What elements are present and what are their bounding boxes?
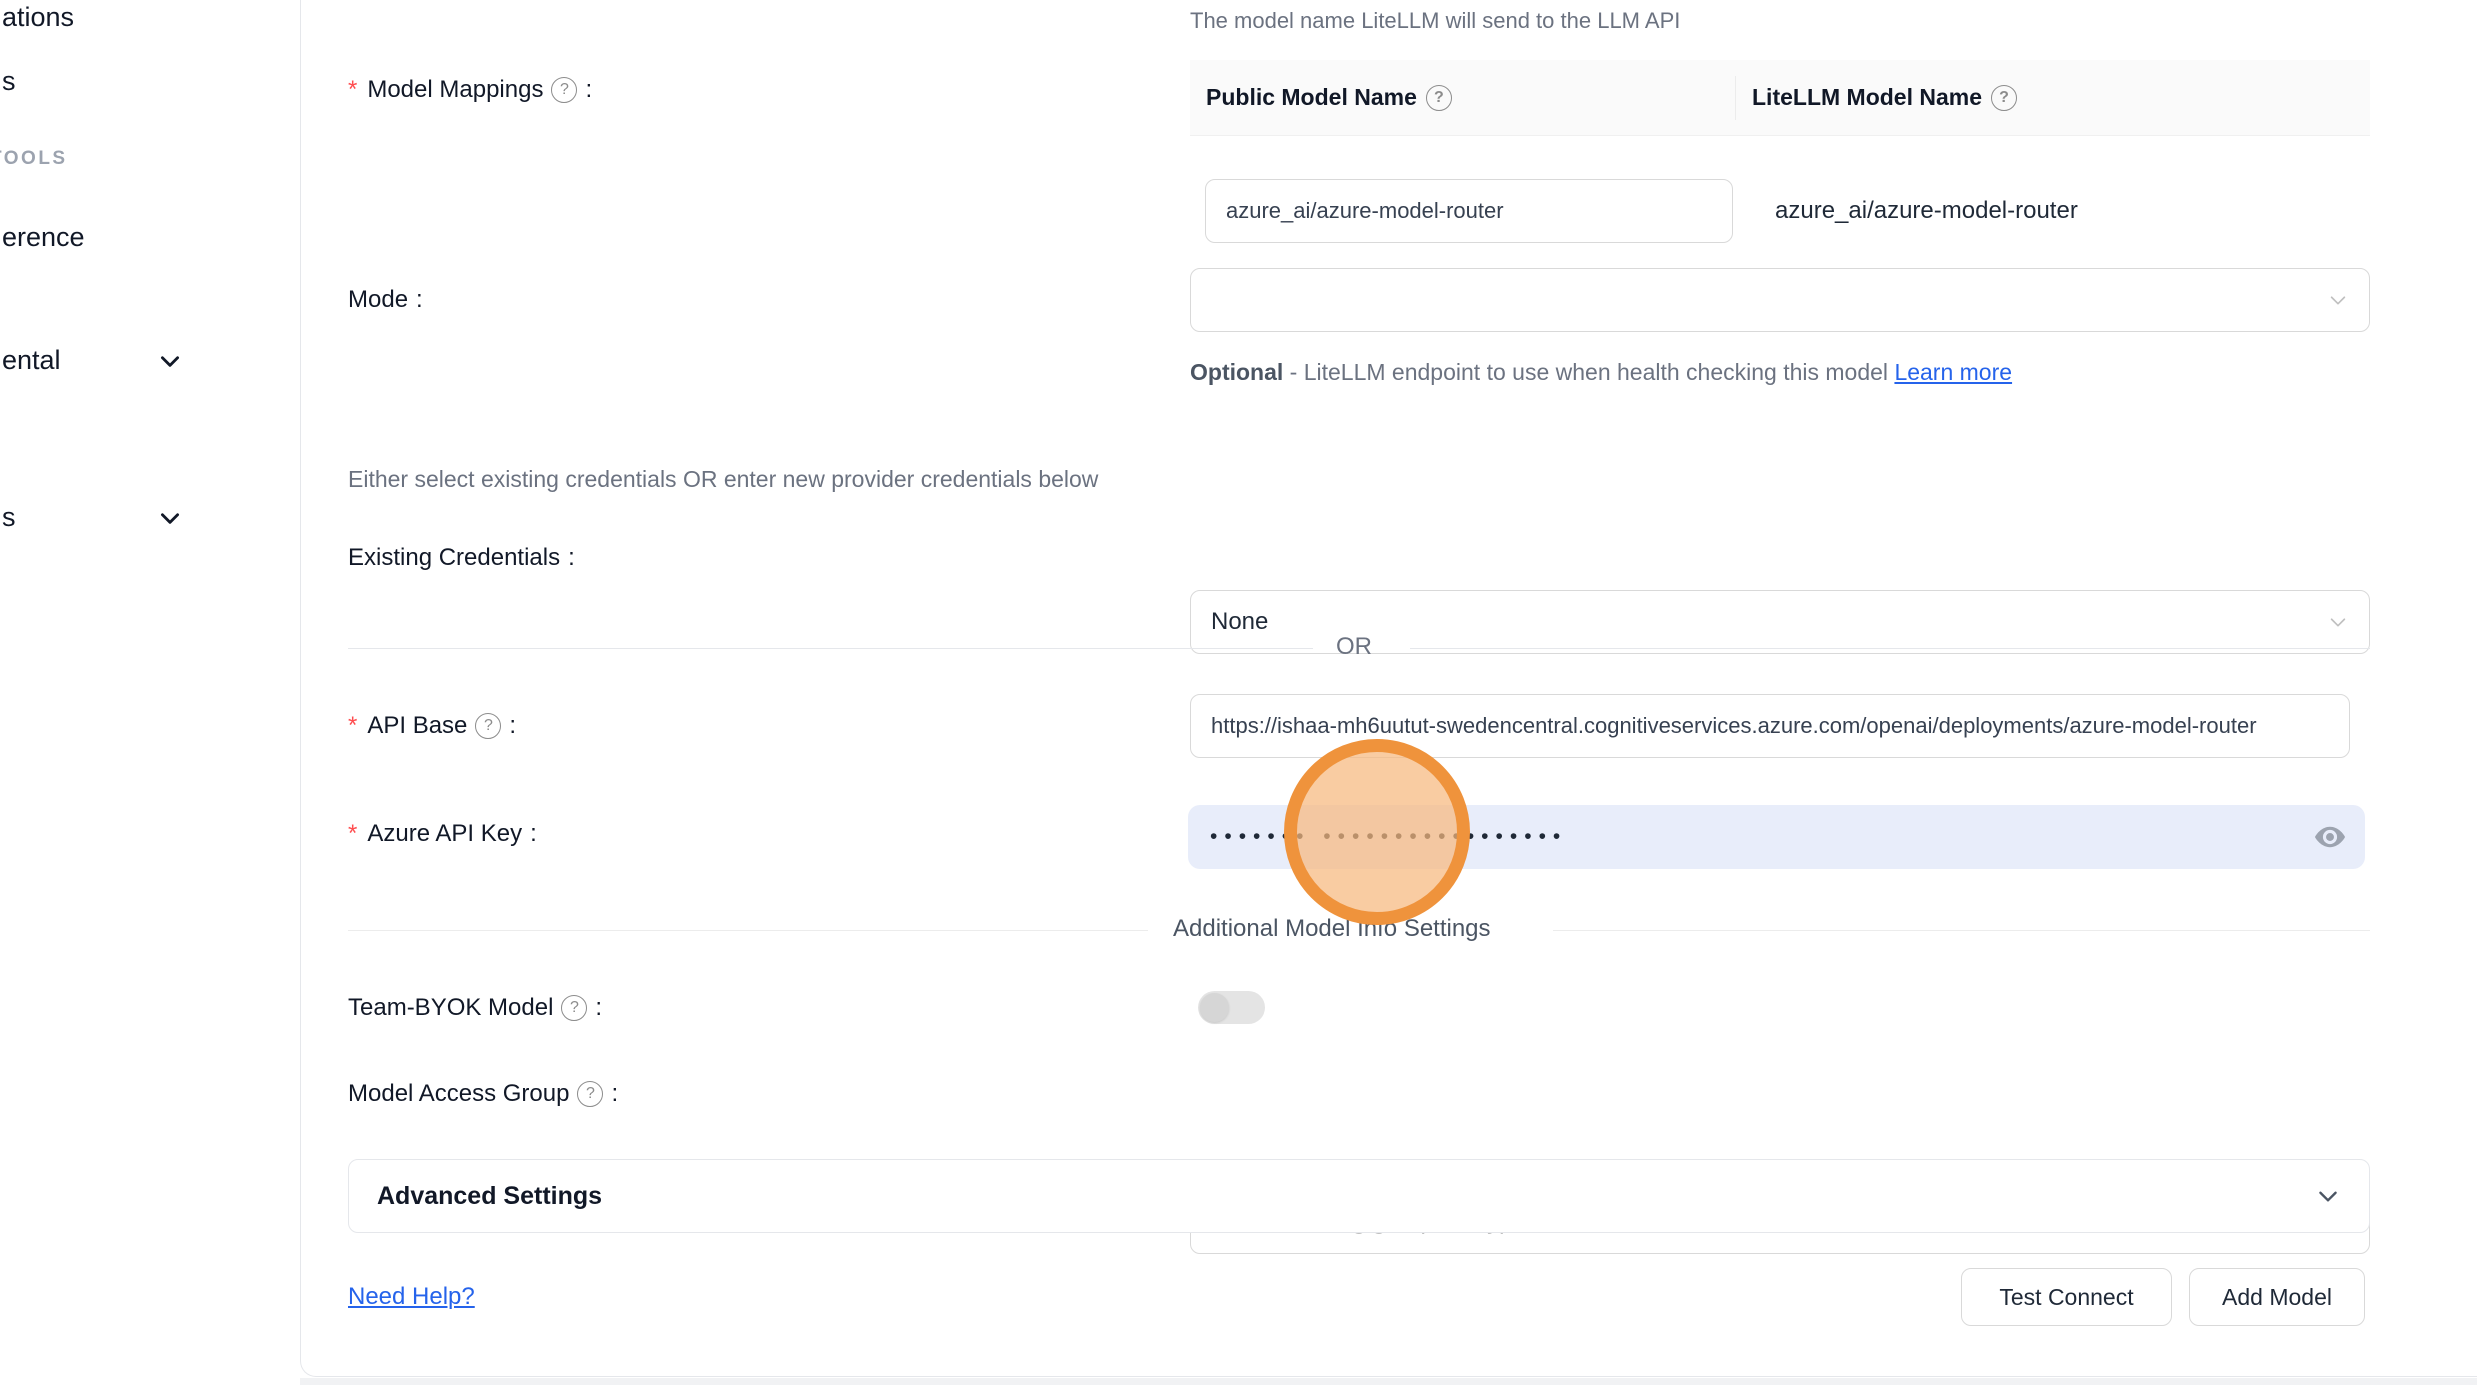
advanced-settings-title: Advanced Settings xyxy=(377,1182,602,1211)
azure-api-key-input[interactable]: ••••••• ••••••••••••••••• xyxy=(1188,805,2365,869)
add-model-button[interactable]: Add Model xyxy=(2189,1268,2365,1326)
additional-settings-divider: Additional Model Info Settings xyxy=(348,910,2370,950)
help-circle-icon[interactable]: ? xyxy=(1991,85,2017,111)
azure-api-key-label: * Azure API Key : xyxy=(348,820,537,848)
page-background-strip xyxy=(300,1378,2477,1385)
mode-select[interactable] xyxy=(1190,268,2370,332)
model-mappings-table: Public Model Name ? LiteLLM Model Name ?… xyxy=(1190,60,2370,286)
model-access-group-label: Model Access Group ? : xyxy=(348,1080,618,1108)
or-divider-text: OR xyxy=(1336,633,1372,661)
help-circle-icon[interactable]: ? xyxy=(1426,85,1452,111)
team-byok-toggle[interactable] xyxy=(1198,991,1265,1024)
sidebar-item-ental[interactable]: ental xyxy=(2,345,61,376)
chevron-down-icon[interactable] xyxy=(157,505,183,531)
table-header-row: Public Model Name ? LiteLLM Model Name ? xyxy=(1190,60,2370,136)
api-base-input[interactable] xyxy=(1190,694,2350,758)
sidebar-item-s2[interactable]: s xyxy=(2,502,16,533)
sidebar-item-s1[interactable]: s xyxy=(2,66,16,97)
model-name-hint: The model name LiteLLM will send to the … xyxy=(1190,8,1680,34)
model-mappings-label: * Model Mappings ? : xyxy=(348,76,592,104)
need-help-link[interactable]: Need Help? xyxy=(348,1283,475,1311)
sidebar: ations s TOOLS erence ental s xyxy=(0,0,300,1385)
additional-settings-divider-text: Additional Model Info Settings xyxy=(1173,915,1491,943)
chevron-down-icon xyxy=(2315,1183,2341,1209)
or-divider: OR xyxy=(348,628,2370,668)
col-litellm-model-name: LiteLLM Model Name ? xyxy=(1735,76,2017,120)
test-connect-button[interactable]: Test Connect xyxy=(1961,1268,2172,1326)
help-circle-icon[interactable]: ? xyxy=(475,713,501,739)
eye-icon[interactable] xyxy=(2313,820,2347,854)
learn-more-link[interactable]: Learn more xyxy=(1894,359,2012,385)
masked-key-value: ••••••• ••••••••••••••••• xyxy=(1210,825,1567,849)
table-row: azure_ai/azure-model-router xyxy=(1190,136,2370,286)
sidebar-item-erence[interactable]: erence xyxy=(2,222,85,253)
team-byok-label: Team-BYOK Model ? : xyxy=(348,994,602,1022)
help-circle-icon[interactable]: ? xyxy=(561,995,587,1021)
chevron-down-icon[interactable] xyxy=(157,348,183,374)
mode-hint: Optional - LiteLLM endpoint to use when … xyxy=(1190,352,2020,392)
existing-credentials-label: Existing Credentials : xyxy=(348,544,575,572)
help-circle-icon[interactable]: ? xyxy=(551,77,577,103)
help-circle-icon[interactable]: ? xyxy=(577,1081,603,1107)
mode-label: Mode : xyxy=(348,286,423,314)
required-asterisk: * xyxy=(348,76,357,104)
public-model-name-input[interactable] xyxy=(1205,179,1733,243)
required-asterisk: * xyxy=(348,712,357,740)
chevron-down-icon xyxy=(2327,289,2349,311)
advanced-settings-panel[interactable]: Advanced Settings xyxy=(348,1159,2370,1233)
col-public-model-name: Public Model Name ? xyxy=(1190,84,1735,111)
api-base-label: * API Base ? : xyxy=(348,712,516,740)
sidebar-section-tools: TOOLS xyxy=(0,148,68,170)
sidebar-item-ations[interactable]: ations xyxy=(2,2,74,33)
litellm-model-name-value: azure_ai/azure-model-router xyxy=(1775,197,2078,225)
toggle-knob xyxy=(1200,993,1229,1022)
required-asterisk: * xyxy=(348,820,357,848)
credentials-note: Either select existing credentials OR en… xyxy=(348,466,1098,493)
page: ations s TOOLS erence ental s The model … xyxy=(0,0,2477,1385)
